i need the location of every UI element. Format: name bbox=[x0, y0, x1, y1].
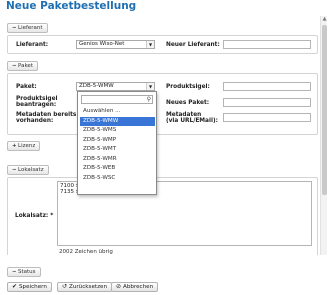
paket-select[interactable]: ZDB-5-WMW ▼ bbox=[76, 82, 155, 91]
scrollbar-thumb[interactable] bbox=[322, 25, 327, 195]
checkmark-icon: ✔ bbox=[12, 283, 18, 290]
dropdown-option[interactable]: ZDB-5-WMR bbox=[80, 155, 155, 165]
dropdown-search-input[interactable]: ⚲ bbox=[81, 95, 153, 104]
dropdown-option[interactable]: ZDB-5-WMT bbox=[80, 145, 155, 155]
lizenz-section-label: Lizenz bbox=[18, 143, 36, 149]
neuer-lieferant-label: Neuer Lieferant: bbox=[166, 42, 220, 48]
lieferant-section-toggle[interactable]: −Lieferant bbox=[7, 23, 48, 33]
lizenz-section-toggle[interactable]: +Lizenz bbox=[7, 141, 41, 151]
metadaten-url-label-line2: (via URL/EMail): bbox=[166, 118, 218, 124]
lieferant-select-value: Genios Wiso-Net bbox=[79, 41, 125, 47]
chevron-down-icon[interactable]: ▼ bbox=[146, 41, 154, 48]
paket-label: Paket: bbox=[16, 84, 37, 90]
paket-dropdown-list: ⚲ Auswählen ... ZDB-5-WMW ZDB-5-WMS ZDB-… bbox=[77, 91, 157, 195]
cancel-button-label: Abbrechen bbox=[123, 284, 154, 290]
dropdown-option[interactable]: ZDB-5-WEB bbox=[80, 164, 155, 174]
dropdown-option-selected[interactable]: ZDB-5-WMW bbox=[80, 116, 155, 126]
paket-panel: Paket: ZDB-5-WMW ▼ Produktsigel beantrag… bbox=[7, 73, 318, 135]
save-button[interactable]: ✔ Speichern bbox=[7, 282, 52, 292]
metadaten-vorhanden-label-line2: vorhanden: bbox=[16, 118, 54, 124]
lieferant-label: Lieferant: bbox=[16, 42, 49, 48]
metadaten-url-input[interactable] bbox=[223, 113, 311, 122]
paket-section-label: Paket bbox=[18, 63, 33, 69]
lokalsatz-section-label: Lokalsatz bbox=[18, 167, 44, 173]
dropdown-option[interactable]: ZDB-5-WSC bbox=[80, 174, 155, 184]
search-icon: ⚲ bbox=[146, 96, 151, 103]
cancel-icon: ⊘ bbox=[116, 283, 122, 290]
dropdown-option[interactable]: ZDB-5-WMP bbox=[80, 136, 155, 146]
reset-button-label: Zurücksetzen bbox=[69, 284, 108, 290]
dropdown-option[interactable]: ZDB-5-WMS bbox=[80, 126, 155, 136]
dropdown-options: Auswählen ... ZDB-5-WMW ZDB-5-WMS ZDB-5-… bbox=[80, 107, 155, 183]
dialog-title: Neue Paketbestellung bbox=[6, 0, 137, 12]
paket-select-value: ZDB-5-WMW bbox=[79, 83, 114, 89]
status-section-toggle[interactable]: −Status bbox=[7, 267, 41, 277]
produktsigel-label: Produktsigel: bbox=[166, 84, 210, 90]
paket-section-toggle[interactable]: −Paket bbox=[7, 61, 38, 71]
reset-button[interactable]: ↺ Zurücksetzen bbox=[57, 282, 113, 292]
scroll-up-icon[interactable]: ▲ bbox=[322, 17, 327, 22]
lieferant-panel: Lieferant: Genios Wiso-Net ▼ Neuer Liefe… bbox=[7, 35, 318, 54]
neues-paket-label: Neues Paket: bbox=[166, 100, 210, 106]
lokalsatz-section-toggle[interactable]: −Lokalsatz bbox=[7, 165, 49, 175]
dialog-footer: −Status ✔ Speichern ↺ Zurücksetzen ⊘ Abbrec… bbox=[0, 255, 329, 295]
produktsigel-input[interactable] bbox=[223, 82, 311, 91]
lieferant-select[interactable]: Genios Wiso-Net ▼ bbox=[76, 40, 155, 49]
save-button-label: Speichern bbox=[19, 284, 47, 290]
neues-paket-input[interactable] bbox=[223, 98, 311, 107]
produktsigel-beantragen-label-line2: beantragen: bbox=[16, 102, 57, 108]
lieferant-section-label: Lieferant bbox=[18, 25, 43, 31]
lokalsatz-label: Lokalsatz: * bbox=[15, 213, 54, 219]
cancel-button[interactable]: ⊘ Abbrechen bbox=[111, 282, 159, 292]
dropdown-option[interactable]: Auswählen ... bbox=[80, 107, 155, 117]
status-section-label: Status bbox=[18, 269, 36, 275]
reset-icon: ↺ bbox=[62, 283, 68, 290]
chevron-down-icon[interactable]: ▼ bbox=[146, 83, 154, 90]
neuer-lieferant-input[interactable] bbox=[223, 40, 311, 49]
vertical-scrollbar[interactable]: ▲ ▼ bbox=[320, 16, 327, 273]
